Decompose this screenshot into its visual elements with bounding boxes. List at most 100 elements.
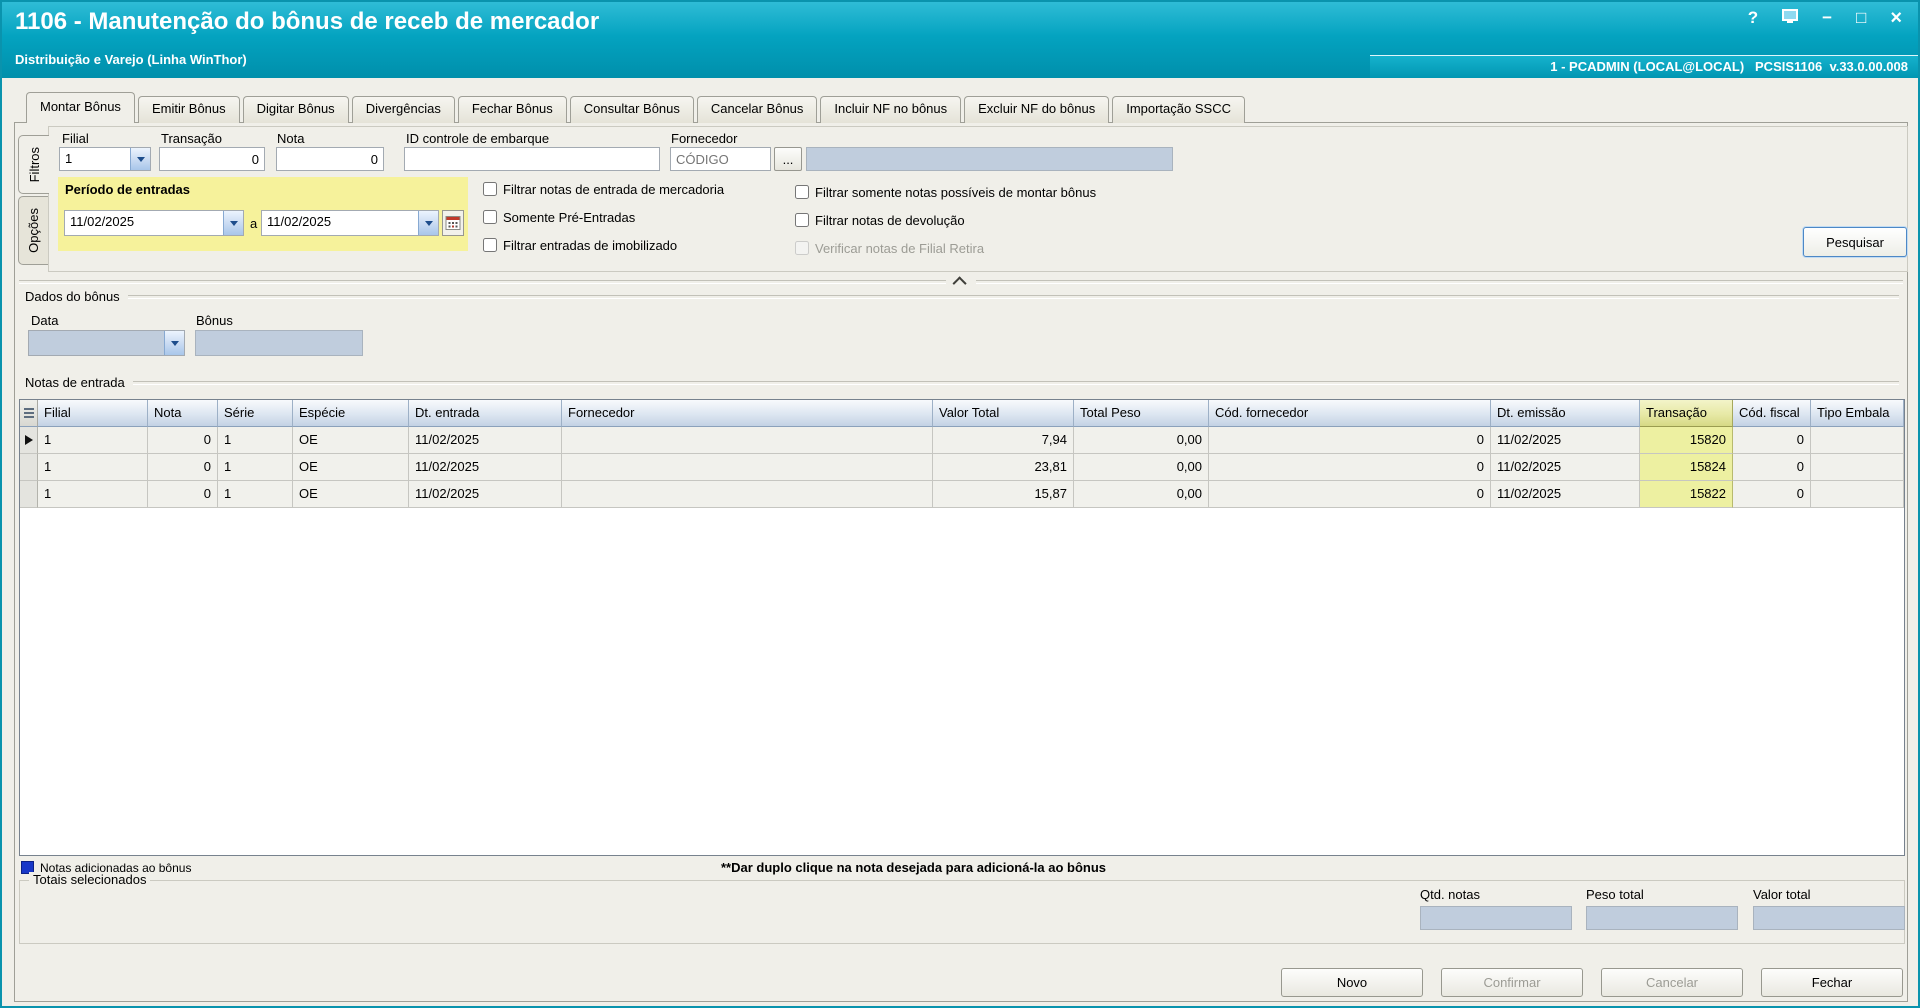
maximize-button[interactable]: □ [1856,9,1866,27]
checkbox-input-filtrar-somente-notas-possiveis-de-montar-bonus[interactable] [795,185,809,199]
collapse-filters-button[interactable] [19,275,1903,291]
fornecedor-browse-button[interactable]: ... [774,147,802,171]
tab-emitir-bonus[interactable]: Emitir Bônus [137,96,240,123]
tab-divergencias[interactable]: Divergências [351,96,455,123]
table-cell: 1 [38,454,148,481]
notes-table[interactable]: Filial Nota Série Espécie Dt. entrada Fornece… [19,399,1905,856]
column-header-dt-emissao[interactable]: Dt. emissão [1491,400,1640,427]
column-header-nota[interactable]: Nota [148,400,218,427]
column-header-total-peso[interactable]: Total Peso [1074,400,1209,427]
column-header-cod-fiscal[interactable]: Cód. fiscal [1733,400,1811,427]
total-field-value [1420,906,1572,930]
bonus-date-combo[interactable] [28,330,185,356]
side-tabs: Filtros Opções [18,135,50,267]
id-embarque-input[interactable] [404,147,660,171]
column-header-dt-entrada[interactable]: Dt. entrada [409,400,562,427]
table-cell [562,481,933,508]
checkbox-somente-pre-entradas[interactable]: Somente Pré-Entradas [483,207,724,227]
nota-input[interactable] [276,147,384,171]
grid-corner-cell[interactable] [20,400,38,427]
total-field-peso-total: Peso total [1586,887,1738,930]
app-content: Montar Bônus Emitir Bônus Digitar Bônus Div… [2,78,1918,1006]
table-cell: 15822 [1640,481,1733,508]
checkbox-label: Somente Pré-Entradas [503,209,636,225]
tab-importacao-sscc[interactable]: Importação SSCC [1112,96,1245,123]
legend-row: Notas adicionadas ao bônus **Dar duplo c… [21,859,1901,876]
date-to-combo[interactable]: 11/02/2025 [261,210,439,236]
bonus-data-label: Data [31,313,59,328]
checkbox-input-filtrar-entradas-de-imobilizado[interactable] [483,238,497,252]
table-cell: 11/02/2025 [1491,454,1640,481]
date-to-dropdown-arrow-icon[interactable] [418,211,438,235]
table-cell: 0 [1733,427,1811,454]
totals-fields: Qtd. notas Peso total Valor total [20,881,1905,943]
tab-excluir-nf-do-bonus[interactable]: Excluir NF do bônus [964,96,1110,123]
tab-bar: Montar Bônus Emitir Bônus Digitar Bônus Div… [26,92,1248,123]
column-header-fornecedor[interactable]: Fornecedor [562,400,933,427]
side-tab-filtros[interactable]: Filtros [18,135,49,195]
table-cell [562,454,933,481]
checkbox-input-somente-pre-entradas[interactable] [483,210,497,224]
checkbox-input-filtrar-notas-de-devolucao[interactable] [795,213,809,227]
column-header-valor-total[interactable]: Valor Total [933,400,1074,427]
table-row[interactable]: 1 0 1 OE 11/02/2025 7,94 0,00 0 11/02/2025 15820 0 [20,427,1904,454]
table-cell [1811,427,1904,454]
checkbox-verificar-notas-de-filial-retira: Verificar notas de Filial Retira [795,238,1096,258]
tab-consultar-bonus[interactable]: Consultar Bônus [569,96,694,123]
checkbox-filtrar-notas-de-devolucao[interactable]: Filtrar notas de devolução [795,210,1096,230]
bonus-section-title: Dados do bônus [25,289,1899,304]
date-to-value: 11/02/2025 [267,214,332,229]
tab-fechar-bonus[interactable]: Fechar Bônus [457,96,567,123]
total-field-qtd-notas: Qtd. notas [1420,887,1572,930]
pesquisar-button[interactable]: Pesquisar [1803,227,1907,257]
table-row[interactable]: 1 0 1 OE 11/02/2025 23,81 0,00 0 11/02/2025 15824… [20,454,1904,481]
filter-checkboxes-col2: Filtrar somente notas possíveis de monta… [795,182,1096,258]
checkbox-input-filtrar-notas-de-entrada-de-mercadoria[interactable] [483,182,497,196]
checkbox-label: Filtrar entradas de imobilizado [503,237,678,253]
date-from-dropdown-arrow-icon[interactable] [223,211,243,235]
minimize-button[interactable]: − [1822,9,1832,27]
tab-cancelar-bonus[interactable]: Cancelar Bônus [696,96,818,123]
column-header-transacao[interactable]: Transação [1640,400,1733,427]
table-cell: 7,94 [933,427,1074,454]
calendar-icon [445,216,461,230]
date-from-combo[interactable]: 11/02/2025 [64,210,244,236]
bonus-date-dropdown-arrow-icon[interactable] [164,331,184,355]
transacao-input[interactable] [159,147,265,171]
checkbox-filtrar-entradas-de-imobilizado[interactable]: Filtrar entradas de imobilizado [483,235,724,255]
table-cell: 0 [148,427,218,454]
date-from-value: 11/02/2025 [70,214,135,229]
table-row[interactable]: 1 0 1 OE 11/02/2025 15,87 0,00 0 11/02/2025 15822… [20,481,1904,508]
calendar-button[interactable] [442,210,464,236]
help-button[interactable]: ? [1748,9,1758,27]
table-cell: 11/02/2025 [1491,481,1640,508]
tab-montar-bonus[interactable]: Montar Bônus [26,92,135,123]
table-cell: 1 [38,481,148,508]
bonus-number-field [195,330,363,356]
close-button[interactable]: × [1890,8,1902,28]
column-header-filial[interactable]: Filial [38,400,148,427]
collapse-chevron-button[interactable] [946,276,976,291]
display-button[interactable] [1782,9,1799,27]
column-header-especie[interactable]: Espécie [293,400,409,427]
tab-incluir-nf-no-bonus[interactable]: Incluir NF no bônus [820,96,962,123]
column-header-serie[interactable]: Série [218,400,293,427]
fornecedor-label: Fornecedor [671,131,738,146]
checkbox-filtrar-notas-de-entrada-de-mercadoria[interactable]: Filtrar notas de entrada de mercadoria [483,179,724,199]
divider-line [19,280,946,284]
column-header-cod-fornecedor[interactable]: Cód. fornecedor [1209,400,1491,427]
notes-header-row: Filial Nota Série Espécie Dt. entrada Fornece… [20,400,1904,427]
column-header-tipo-embala[interactable]: Tipo Embala [1811,400,1904,427]
fechar-button[interactable]: Fechar [1761,968,1903,997]
fornecedor-name-field [806,147,1173,171]
tab-digitar-bonus[interactable]: Digitar Bônus [242,96,349,123]
checkbox-filtrar-somente-notas-possiveis-de-montar-bonus[interactable]: Filtrar somente notas possíveis de monta… [795,182,1096,202]
filial-dropdown-arrow-icon[interactable] [130,148,150,170]
side-tab-opcoes[interactable]: Opções [18,196,48,266]
filial-combo[interactable]: 1 [59,147,151,171]
window-subtitle: Distribuição e Varejo (Linha WinThor) [15,52,247,67]
novo-button[interactable]: Novo [1281,968,1423,997]
footer-buttons: Novo Confirmar Cancelar Fechar [19,968,1903,997]
row-indicator-cell [20,481,38,508]
fornecedor-code-input[interactable] [670,147,771,171]
